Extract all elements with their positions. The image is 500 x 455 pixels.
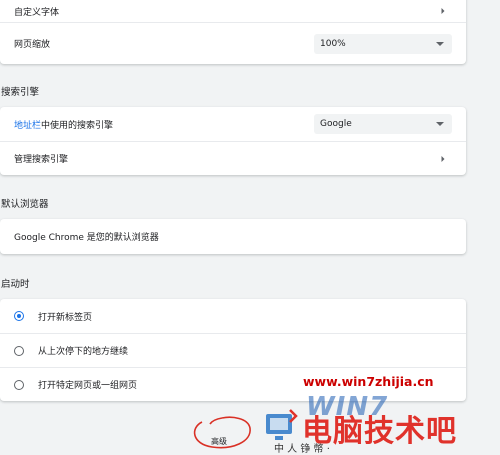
manage-search-engines-label: 管理搜索引擎 (14, 155, 69, 165)
dropdown-caret-icon (436, 122, 444, 126)
chevron-right-icon (441, 155, 445, 162)
advanced-button[interactable]: 高级 (211, 436, 227, 447)
default-browser-status: Google Chrome 是您的默认浏览器 (14, 233, 159, 243)
startup-option-label: 从上次停下的地方继续 (38, 347, 129, 357)
radio-unselected-icon[interactable] (14, 379, 24, 390)
address-bar-link[interactable]: 地址栏 (14, 121, 41, 131)
startup-option-label: 打开特定网页或一组网页 (38, 381, 138, 391)
search-engine-value: Google (320, 119, 352, 129)
custom-fonts-label: 自定义字体 (14, 7, 60, 18)
on-startup-title: 启动时 (1, 279, 30, 290)
page-zoom-value: 100% (320, 38, 346, 49)
radio-unselected-icon[interactable] (14, 345, 24, 356)
manage-search-engines-row[interactable]: 管理搜索引擎 (0, 141, 466, 175)
startup-option[interactable]: 打开特定网页或一组网页 (0, 367, 466, 401)
radio-selected-icon[interactable] (14, 311, 24, 321)
annotation-circle (193, 416, 251, 449)
watermark-site-name: 电脑技术吧 (302, 414, 457, 449)
address-bar-label-rest: 中使用的搜索引擎 (41, 120, 114, 131)
search-engine-card: 地址栏中使用的搜索引擎 Google 管理搜索引擎 (0, 107, 466, 175)
default-browser-title: 默认浏览器 (1, 199, 49, 210)
startup-option-label: 打开新标签页 (38, 312, 93, 323)
address-bar-engine-row: 地址栏中使用的搜索引擎 Google (0, 107, 466, 141)
dropdown-caret-icon (436, 41, 444, 46)
page-zoom-row: 网页缩放 100% (0, 22, 466, 64)
search-engine-select[interactable]: Google (314, 114, 452, 134)
on-startup-card: 打开新标签页 从上次停下的地方继续 打开特定网页或一组网页 (0, 299, 466, 401)
page-zoom-select[interactable]: 100% (314, 33, 452, 54)
startup-option[interactable]: 打开新标签页 (0, 299, 466, 333)
custom-fonts-row[interactable]: 自定义字体 (0, 0, 466, 22)
startup-option[interactable]: 从上次停下的地方继续 (0, 333, 466, 367)
address-bar-engine-label: 地址栏中使用的搜索引擎 (14, 118, 113, 131)
chevron-right-icon (441, 8, 445, 14)
computer-logo-icon (266, 409, 298, 440)
page-zoom-label: 网页缩放 (14, 40, 51, 50)
default-browser-card: Google Chrome 是您的默认浏览器 (0, 219, 466, 254)
appearance-card: 自定义字体 网页缩放 100% (0, 0, 466, 64)
search-engine-title: 搜索引擎 (1, 87, 40, 98)
default-browser-row: Google Chrome 是您的默认浏览器 (0, 219, 466, 254)
